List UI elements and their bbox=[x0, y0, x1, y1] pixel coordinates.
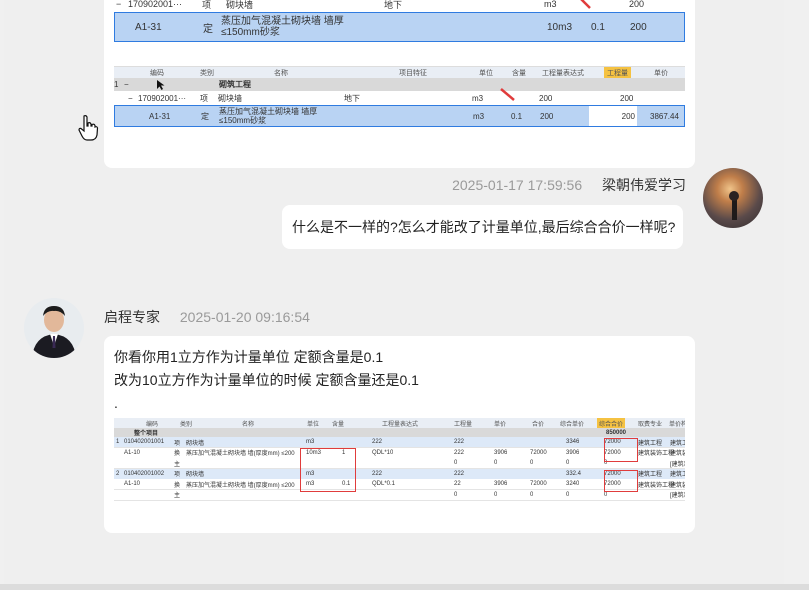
table-cell: 换 bbox=[174, 482, 181, 489]
avatar-photo-icon bbox=[729, 191, 739, 220]
table-cell: 建筑装饰 bbox=[670, 482, 685, 489]
table-cell: 222 bbox=[454, 449, 465, 456]
table-cell: 0 bbox=[454, 491, 458, 498]
table-cell: 砌块墙 bbox=[186, 440, 205, 447]
table-cell: 010402001002 bbox=[124, 470, 165, 477]
table-row[interactable]: 1 010402001001 项砌块墙 m3 222 222 3346 72000 建筑工程 建筑… bbox=[114, 437, 685, 448]
toggle-icon[interactable]: − bbox=[124, 78, 129, 91]
red-arrow-icon bbox=[500, 88, 515, 101]
table-cell: 换 bbox=[174, 451, 181, 457]
avatar[interactable] bbox=[24, 298, 84, 358]
highlight-box bbox=[604, 438, 638, 462]
message-timestamp: 2025-01-20 09:16:54 bbox=[179, 309, 310, 325]
table-cell: 建筑装饰 bbox=[670, 451, 685, 457]
table-cell: 332.4 bbox=[566, 470, 582, 477]
table-screenshot-1[interactable]: 编码 类别 名称 项目特征 单位 含量 工程量表达式 工程量 单价 1 − 砌筑… bbox=[114, 66, 685, 137]
table-cell: 0 bbox=[566, 491, 570, 498]
table-row: − 170902001··· 项 砌块墙 地下 m3 200 200 bbox=[114, 91, 685, 106]
table-cell: 0 bbox=[566, 460, 570, 466]
table-row[interactable]: A1-10 换蒸压加气混凝土砌块墙 墙(厚度mm) ≤200 m3 0.1 QDL*0.… bbox=[114, 479, 685, 490]
table-cell: 建筑工程 bbox=[670, 472, 685, 478]
table-cell: [建筑装饰] bbox=[670, 461, 685, 468]
table-cell: 222 bbox=[454, 439, 465, 445]
toggle-icon[interactable]: − bbox=[116, 0, 126, 12]
message-line: . bbox=[114, 395, 118, 411]
table-row[interactable]: A1-10 换蒸压加气混凝土砌块墙 墙(厚度mm) ≤200 10m3 1 QDL*10… bbox=[114, 447, 685, 459]
table-cell: 蒸压加气混凝土砌块墙 墙(厚度mm) ≤200 bbox=[186, 482, 295, 489]
expert-avatar-icon bbox=[32, 306, 76, 358]
table-cell: 222 bbox=[454, 470, 465, 477]
table-cell: 主 bbox=[174, 461, 181, 468]
table-cell: 砌块墙 bbox=[186, 472, 205, 478]
table-row[interactable]: 主00000[建筑装饰] bbox=[114, 458, 685, 469]
table-cell: 72000 bbox=[530, 481, 547, 487]
table-cell: 222 bbox=[372, 439, 383, 445]
table-row[interactable]: 主00000[建筑装饰] bbox=[114, 489, 685, 501]
table-cell: 2 bbox=[116, 470, 120, 477]
sender-name[interactable]: 梁朝伟爱学习 bbox=[602, 177, 686, 193]
text-message-bubble: 什么是不一样的?怎么才能改了计量单位,最后综合合价一样呢? bbox=[282, 205, 683, 249]
table-cell: 010402001001 bbox=[124, 439, 165, 445]
table-cell: 建筑工程 bbox=[638, 472, 663, 478]
table-header: 编码 类别 名称 项目特征 单位 含量 工程量表达式 工程量 单价 bbox=[114, 67, 685, 78]
table-cell: A1-10 bbox=[124, 481, 141, 487]
table-cell: 主 bbox=[174, 493, 181, 499]
table-cell: 222 bbox=[372, 470, 383, 477]
table-cell: 建筑装饰工程 bbox=[638, 451, 675, 457]
table-row[interactable]: 2 010402001002 项砌块墙 m3 222 222 332.4 72000 建筑工程建… bbox=[114, 468, 685, 480]
table-cell: 0 bbox=[530, 460, 534, 466]
highlight-box bbox=[604, 470, 638, 492]
table-cell: 0 bbox=[530, 491, 534, 498]
table-cell: 3906 bbox=[566, 449, 580, 456]
table-cell: 建筑装饰工程 bbox=[638, 482, 675, 489]
message-line: 改为10立方作为计量单位的时候 定额含量还是0.1 bbox=[114, 372, 419, 388]
highlight-box bbox=[300, 448, 356, 492]
mouse-cursor-icon bbox=[157, 80, 165, 90]
table-row-selected: A1-31 定 蒸压加气混凝土砌块墙 墙厚≤150mm砂浆 10m3 0.1 2… bbox=[114, 12, 685, 42]
table-cell: 0 bbox=[454, 460, 458, 466]
table-cell: 3346 bbox=[566, 439, 580, 445]
table-cell: 建筑工程 bbox=[670, 440, 685, 447]
table-row-selected: A1-31 定 蒸压加气混凝土砌块墙 墙厚≤150mm砂浆 m3 0.1 200… bbox=[114, 105, 685, 127]
message-timestamp: 2025-01-17 17:59:56 bbox=[452, 177, 583, 193]
table-cell: 建筑工程 bbox=[638, 440, 663, 447]
table-screenshot-top[interactable]: − 170902001··· 项 砌块墙 地下 m3 200 A1-31 定 蒸… bbox=[114, 0, 685, 42]
sender-name[interactable]: 启程专家 bbox=[104, 309, 160, 325]
text-image-message-bubble: 你看你用1立方作为计量单位 定额含量是0.1 改为10立方作为计量单位的时候 定… bbox=[104, 336, 695, 533]
table-cell: [建筑装饰] bbox=[670, 493, 685, 499]
table-cell: 22 bbox=[454, 481, 461, 487]
table-cell: 0 bbox=[494, 460, 498, 466]
hand-cursor-icon bbox=[78, 115, 99, 141]
table-cell: 72000 bbox=[530, 449, 547, 456]
table-cell: m3 bbox=[306, 439, 315, 445]
table-screenshot-2[interactable]: 编码 类别 名称 单位 含量 工程量表达式 工程量 单价 合价 综合单价 综合合… bbox=[114, 418, 685, 524]
table-cell: 3906 bbox=[494, 481, 508, 487]
table-cell: 蒸压加气混凝土砌块墙 墙(厚度mm) ≤200 bbox=[186, 451, 295, 457]
message-line: 你看你用1立方作为计量单位 定额含量是0.1 bbox=[114, 349, 384, 365]
bottom-edge bbox=[0, 584, 809, 590]
table-cell: 0 bbox=[494, 491, 498, 498]
message-text: 什么是不一样的?怎么才能改了计量单位,最后综合合价一样呢? bbox=[292, 219, 676, 235]
toggle-icon[interactable]: − bbox=[128, 91, 133, 105]
table-cell: 项 bbox=[174, 472, 181, 478]
message-meta: 启程专家 2025-01-20 09:16:54 bbox=[104, 307, 310, 327]
red-arrow-icon bbox=[580, 0, 591, 9]
table-row: 整个项目 850000 bbox=[114, 428, 685, 437]
table-cell: 3906 bbox=[494, 449, 508, 456]
table-cell: A1-10 bbox=[124, 449, 141, 456]
table-cell: 1 bbox=[116, 439, 120, 445]
table-cell: QDL*0.1 bbox=[372, 481, 396, 487]
table-row: 1 − 砌筑工程 bbox=[114, 78, 685, 91]
avatar[interactable] bbox=[703, 168, 763, 228]
table-cell: 项 bbox=[174, 440, 181, 447]
table-header: 编码 类别 名称 单位 含量 工程量表达式 工程量 单价 合价 综合单价 综合合… bbox=[114, 418, 685, 428]
message-meta: 2025-01-17 17:59:56 梁朝伟爱学习 bbox=[452, 175, 686, 195]
table-cell: QDL*10 bbox=[372, 449, 394, 456]
chat-panel: − 170902001··· 项 砌块墙 地下 m3 200 A1-31 定 蒸… bbox=[4, 0, 784, 584]
table-cell: 3240 bbox=[566, 481, 580, 487]
image-message-bubble: − 170902001··· 项 砌块墙 地下 m3 200 A1-31 定 蒸… bbox=[104, 0, 695, 168]
